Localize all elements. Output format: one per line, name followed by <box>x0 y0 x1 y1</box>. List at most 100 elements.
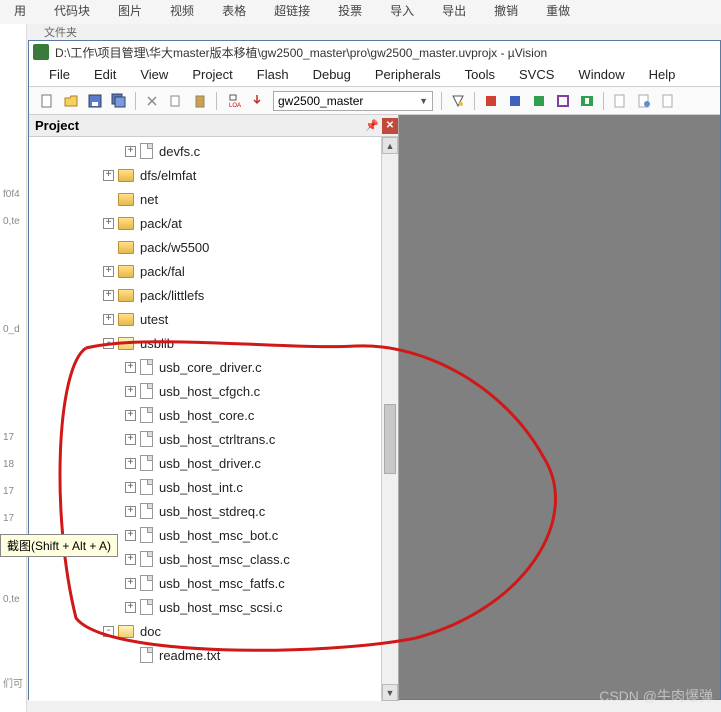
target-select[interactable]: gw2500_master ▼ <box>273 91 433 111</box>
cut-icon[interactable] <box>142 91 162 111</box>
menu-svcs[interactable]: SVCS <box>507 67 566 82</box>
expand-icon[interactable]: + <box>103 266 114 277</box>
menu-flash[interactable]: Flash <box>245 67 301 82</box>
tree-label: usb_core_driver.c <box>159 360 262 375</box>
block-red-icon[interactable] <box>481 91 501 111</box>
expand-icon[interactable]: + <box>125 146 136 157</box>
tree-node[interactable]: + usb_host_core.c <box>29 403 398 427</box>
tree-node[interactable]: +pack/littlefs <box>29 283 398 307</box>
svg-text:LOAD: LOAD <box>229 103 241 109</box>
menu-edit[interactable]: Edit <box>82 67 128 82</box>
expand-icon[interactable]: + <box>125 386 136 397</box>
close-icon[interactable]: ✕ <box>382 118 398 134</box>
menu-tools[interactable]: Tools <box>453 67 507 82</box>
new-file-icon[interactable] <box>37 91 57 111</box>
block-purple-edge-icon[interactable] <box>553 91 573 111</box>
expand-icon[interactable]: + <box>125 506 136 517</box>
expand-icon[interactable]: + <box>125 602 136 613</box>
tree-node[interactable]: readme.txt <box>29 643 398 667</box>
tree-node[interactable]: -doc <box>29 619 398 643</box>
pin-icon[interactable]: 📌 <box>364 118 380 134</box>
doc1-icon[interactable] <box>610 91 630 111</box>
expand-icon[interactable]: + <box>103 314 114 325</box>
download-icon[interactable] <box>247 91 267 111</box>
block-green2-icon[interactable] <box>577 91 597 111</box>
expand-icon[interactable]: + <box>125 482 136 493</box>
menu-view[interactable]: View <box>128 67 180 82</box>
ribbon-item[interactable]: 重做 <box>532 0 584 24</box>
tree-label: usb_host_core.c <box>159 408 254 423</box>
tree-label: pack/w5500 <box>140 240 209 255</box>
ribbon-item[interactable]: 视频 <box>156 0 208 24</box>
tree-node[interactable]: +usb_host_driver.c <box>29 451 398 475</box>
scroll-thumb[interactable] <box>384 404 396 474</box>
expand-icon[interactable]: + <box>103 170 114 181</box>
expand-icon[interactable]: + <box>125 554 136 565</box>
file-icon <box>140 455 153 471</box>
save-icon[interactable] <box>85 91 105 111</box>
ribbon-item[interactable]: 投票 <box>324 0 376 24</box>
tree-node[interactable]: +usb_host_msc_scsi.c <box>29 595 398 619</box>
expand-icon[interactable]: + <box>103 218 114 229</box>
expand-icon[interactable]: + <box>125 578 136 589</box>
project-pane-title: Project <box>35 118 79 133</box>
block-blue-icon[interactable] <box>505 91 525 111</box>
scrollbar-vertical[interactable]: ▲ ▼ <box>381 137 398 701</box>
expand-icon[interactable]: + <box>125 434 136 445</box>
tree-node[interactable]: + usb_host_ctrltrans.c <box>29 427 398 451</box>
expand-icon[interactable]: + <box>125 362 136 373</box>
doc2-icon[interactable] <box>634 91 654 111</box>
menu-file[interactable]: File <box>37 67 82 82</box>
expand-icon[interactable]: - <box>103 338 114 349</box>
window-title: D:\工作\项目管理\华大master版本移植\gw2500_master\pr… <box>55 44 547 61</box>
expand-icon[interactable]: - <box>103 626 114 637</box>
tree-label: readme.txt <box>159 648 220 663</box>
ribbon-item[interactable]: 表格 <box>208 0 260 24</box>
separator <box>603 92 604 110</box>
expand-icon[interactable]: + <box>125 458 136 469</box>
ribbon-item[interactable]: 代码块 <box>40 0 104 24</box>
tree-node[interactable]: +pack/fal <box>29 259 398 283</box>
save-all-icon[interactable] <box>109 91 129 111</box>
doc3-icon[interactable] <box>658 91 678 111</box>
ribbon-item[interactable]: 撤销 <box>480 0 532 24</box>
tree-label: usb_host_ctrltrans.c <box>159 432 275 447</box>
menu-peripherals[interactable]: Peripherals <box>363 67 453 82</box>
tree-node[interactable]: net <box>29 187 398 211</box>
expand-icon[interactable]: + <box>103 290 114 301</box>
copy-icon[interactable] <box>166 91 186 111</box>
menu-window[interactable]: Window <box>566 67 636 82</box>
open-icon[interactable] <box>61 91 81 111</box>
tree-node[interactable]: pack/w5500 <box>29 235 398 259</box>
scroll-down-icon[interactable]: ▼ <box>382 684 398 701</box>
tree-node[interactable]: +usb_host_stdreq.c <box>29 499 398 523</box>
scroll-up-icon[interactable]: ▲ <box>382 137 398 154</box>
tree-node[interactable]: +usb_host_cfgch.c <box>29 379 398 403</box>
menu-help[interactable]: Help <box>637 67 688 82</box>
tree-node[interactable]: +dfs/elmfat <box>29 163 398 187</box>
tree-node[interactable]: -usblib <box>29 331 398 355</box>
tree-node[interactable]: +utest <box>29 307 398 331</box>
tree-node[interactable]: +usb_host_msc_fatfs.c <box>29 571 398 595</box>
project-tree[interactable]: +devfs.c+dfs/elmfatnet + pack/at pack/w5500… <box>29 137 398 701</box>
tree-label: pack/at <box>140 216 182 231</box>
ribbon-item[interactable]: 图片 <box>104 0 156 24</box>
paste-icon[interactable] <box>190 91 210 111</box>
options-icon[interactable] <box>448 91 468 111</box>
tree-node[interactable]: + usb_core_driver.c <box>29 355 398 379</box>
menu-debug[interactable]: Debug <box>301 67 363 82</box>
ribbon-item[interactable]: 用 <box>0 0 40 24</box>
block-green-icon[interactable] <box>529 91 549 111</box>
tree-node[interactable]: +usb_host_int.c <box>29 475 398 499</box>
ribbon-item[interactable]: 超链接 <box>260 0 324 24</box>
menu-project[interactable]: Project <box>180 67 244 82</box>
ribbon-item[interactable]: 导入 <box>376 0 428 24</box>
ribbon-item[interactable]: 导出 <box>428 0 480 24</box>
tree-node[interactable]: + pack/at <box>29 211 398 235</box>
expand-icon[interactable]: + <box>125 530 136 541</box>
expand-icon[interactable]: + <box>125 410 136 421</box>
build-icon[interactable]: LOAD <box>223 91 243 111</box>
file-icon <box>140 527 153 543</box>
tree-node[interactable]: +devfs.c <box>29 139 398 163</box>
file-icon <box>140 647 153 663</box>
